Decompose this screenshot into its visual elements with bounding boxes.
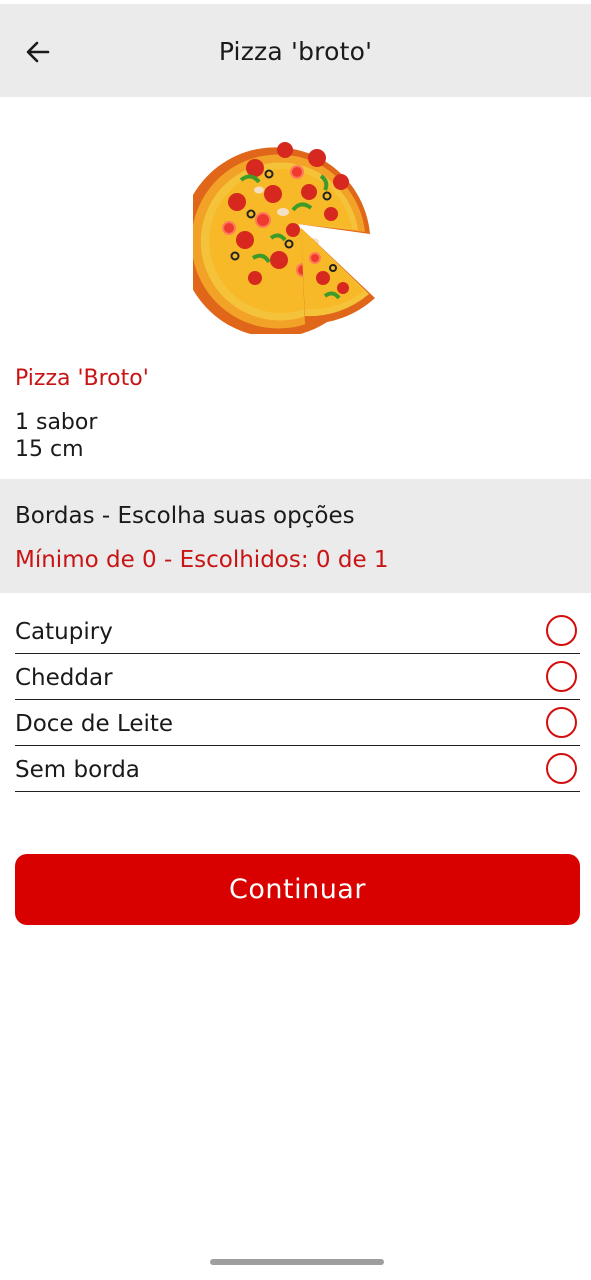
radio-button[interactable]: [546, 707, 577, 738]
option-label: Cheddar: [15, 665, 113, 691]
option-doce-de-leite[interactable]: Doce de Leite: [15, 700, 580, 746]
product-name: Pizza 'Broto': [15, 366, 149, 391]
option-label: Doce de Leite: [15, 711, 174, 737]
app-header: Pizza 'broto': [0, 4, 591, 97]
product-flavors: 1 sabor: [15, 410, 98, 435]
section-title: Bordas - Escolha suas opções: [15, 503, 355, 529]
radio-button[interactable]: [546, 615, 577, 646]
option-label: Sem borda: [15, 757, 140, 783]
pizza-image: [180, 110, 403, 338]
option-label: Catupiry: [15, 619, 113, 645]
continue-button[interactable]: Continuar: [15, 854, 580, 925]
home-indicator[interactable]: [210, 1259, 384, 1265]
option-sem-borda[interactable]: Sem borda: [15, 746, 580, 792]
product-size: 15 cm: [15, 437, 84, 462]
option-catupiry[interactable]: Catupiry: [15, 608, 580, 654]
bordas-options-list: Catupiry Cheddar Doce de Leite Sem borda: [15, 608, 580, 792]
option-cheddar[interactable]: Cheddar: [15, 654, 580, 700]
bordas-section-header: Bordas - Escolha suas opções Mínimo de 0…: [0, 479, 591, 593]
page-title: Pizza 'broto': [218, 37, 373, 66]
radio-button[interactable]: [546, 661, 577, 692]
product-description: 1 sabor 15 cm: [15, 409, 97, 463]
selection-counter: Mínimo de 0 - Escolhidos: 0 de 1: [15, 547, 389, 573]
radio-button[interactable]: [546, 753, 577, 784]
